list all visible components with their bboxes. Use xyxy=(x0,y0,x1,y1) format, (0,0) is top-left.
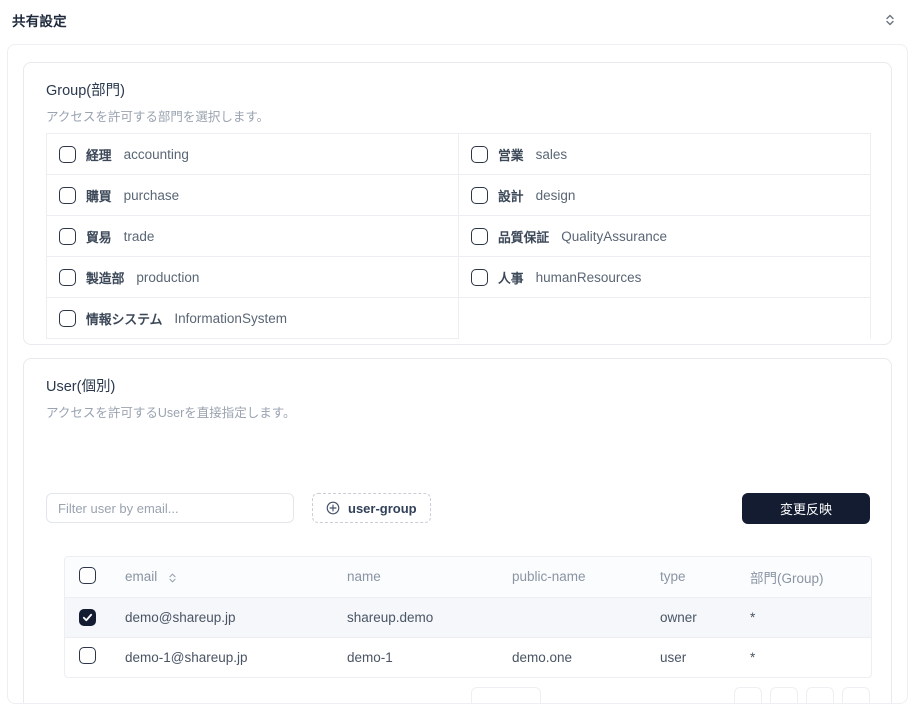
table-row[interactable]: demo-1@shareup.jp demo-1 demo.one user * xyxy=(65,637,871,677)
group-label-en: design xyxy=(535,187,576,203)
column-header-public-name[interactable]: public-name xyxy=(498,557,646,598)
group-label-ja: 経理 xyxy=(86,147,112,163)
group-checkbox-design[interactable] xyxy=(471,186,488,204)
group-checkbox-qualityassurance[interactable] xyxy=(471,227,488,245)
pagination-buttons xyxy=(734,687,870,703)
group-item-trade[interactable]: 貿易 trade xyxy=(47,216,459,257)
group-item-informationsystem[interactable]: 情報システム InformationSystem xyxy=(47,298,459,339)
page-size-select[interactable] xyxy=(471,687,541,703)
group-checkbox-grid: 経理 accounting 営業 sales 購買 purchase 設計 de… xyxy=(46,133,871,339)
user-section-title: User(個別) xyxy=(46,379,116,395)
group-checkbox-humanresources[interactable] xyxy=(471,268,488,286)
pagination-bar xyxy=(46,686,870,703)
group-label-en: purchase xyxy=(123,187,180,203)
group-label-en: trade xyxy=(123,228,155,244)
cell-name: demo-1 xyxy=(347,649,393,665)
group-label-ja: 情報システム xyxy=(86,311,163,327)
group-label-ja: 製造部 xyxy=(86,270,125,286)
prev-page-button[interactable] xyxy=(770,687,798,703)
user-toolbar: user-group 変更反映 xyxy=(46,491,870,525)
share-settings-panel: Group(部門) アクセスを許可する部門を選択します。 経理 accounti… xyxy=(7,44,908,704)
cell-type: owner xyxy=(646,597,736,638)
group-item-qualityassurance[interactable]: 品質保証 QualityAssurance xyxy=(459,216,871,257)
group-label-ja: 営業 xyxy=(498,147,524,163)
group-label-ja: 品質保証 xyxy=(498,229,550,245)
group-checkbox-purchase[interactable] xyxy=(59,186,76,204)
group-section-card: Group(部門) アクセスを許可する部門を選択します。 経理 accounti… xyxy=(23,62,892,345)
user-table-head: email name public-name type 部門(Group) xyxy=(65,557,871,598)
group-checkbox-trade[interactable] xyxy=(59,227,76,245)
group-label-en: sales xyxy=(535,146,568,162)
filter-user-input[interactable] xyxy=(46,493,294,523)
select-all-checkbox[interactable] xyxy=(79,566,96,584)
apply-changes-button[interactable]: 変更反映 xyxy=(742,492,870,524)
plus-circle-icon xyxy=(326,501,340,515)
cell-email: demo-1@shareup.jp xyxy=(125,649,248,665)
column-header-email[interactable]: email xyxy=(111,557,333,598)
add-user-group-button[interactable]: user-group xyxy=(312,493,431,523)
cell-public-name: demo.one xyxy=(512,649,573,665)
group-item-humanresources[interactable]: 人事 humanResources xyxy=(459,257,871,298)
user-table-body: demo@shareup.jp shareup.demo owner * dem… xyxy=(65,597,871,677)
page-header: 共有設定 xyxy=(0,0,915,39)
group-checkbox-accounting[interactable] xyxy=(59,145,76,163)
user-table: email name public-name type 部門(Group) de… xyxy=(65,557,871,677)
row-checkbox[interactable] xyxy=(79,647,96,665)
group-section-subtitle: アクセスを許可する部門を選択します。 xyxy=(46,110,270,124)
group-label-ja: 貿易 xyxy=(86,229,112,245)
cell-type: user xyxy=(660,649,687,665)
cell-group: * xyxy=(736,597,871,638)
group-grid-empty-cell xyxy=(459,298,871,339)
page-title: 共有設定 xyxy=(12,13,67,29)
chevron-up-down-icon[interactable] xyxy=(879,9,901,31)
row-select-cell xyxy=(65,637,111,677)
cell-name: shareup.demo xyxy=(333,597,498,638)
group-checkbox-production[interactable] xyxy=(59,268,76,286)
table-row[interactable]: demo@shareup.jp shareup.demo owner * xyxy=(65,597,871,638)
group-checkbox-sales[interactable] xyxy=(471,145,488,163)
last-page-button[interactable] xyxy=(842,687,870,703)
user-table-container: email name public-name type 部門(Group) de… xyxy=(64,556,872,678)
group-label-ja: 人事 xyxy=(498,270,524,286)
cell-public-name xyxy=(498,597,646,638)
first-page-button[interactable] xyxy=(734,687,762,703)
group-checkbox-informationsystem[interactable] xyxy=(59,309,76,327)
group-label-en: accounting xyxy=(123,146,189,162)
row-checkbox[interactable] xyxy=(79,608,96,626)
group-item-purchase[interactable]: 購買 purchase xyxy=(47,175,459,216)
group-label-ja: 設計 xyxy=(498,188,524,204)
group-label-en: InformationSystem xyxy=(174,310,287,326)
sort-chevron-icon[interactable] xyxy=(168,572,177,584)
user-section-card: User(個別) アクセスを許可するUserを直接指定します。 user-gro… xyxy=(23,358,892,703)
group-label-en: QualityAssurance xyxy=(561,228,667,244)
cell-group: * xyxy=(750,649,756,665)
group-item-production[interactable]: 製造部 production xyxy=(47,257,459,298)
group-label-ja: 購買 xyxy=(86,188,112,204)
group-item-accounting[interactable]: 経理 accounting xyxy=(47,134,459,175)
column-label-email: email xyxy=(125,569,158,585)
select-all-header xyxy=(65,557,111,598)
next-page-button[interactable] xyxy=(806,687,834,703)
table-header-row: email name public-name type 部門(Group) xyxy=(65,557,871,598)
add-user-group-label: user-group xyxy=(348,500,417,516)
column-header-name[interactable]: name xyxy=(333,557,498,598)
cell-email: demo@shareup.jp xyxy=(111,597,333,638)
column-header-type[interactable]: type xyxy=(646,557,736,598)
group-section-title: Group(部門) xyxy=(46,83,125,99)
group-item-design[interactable]: 設計 design xyxy=(459,175,871,216)
row-select-cell xyxy=(65,597,111,638)
group-item-sales[interactable]: 営業 sales xyxy=(459,134,871,175)
user-section-subtitle: アクセスを許可するUserを直接指定します。 xyxy=(46,406,296,420)
group-label-en: humanResources xyxy=(535,269,642,285)
group-label-en: production xyxy=(136,269,200,285)
column-header-group[interactable]: 部門(Group) xyxy=(736,557,871,598)
